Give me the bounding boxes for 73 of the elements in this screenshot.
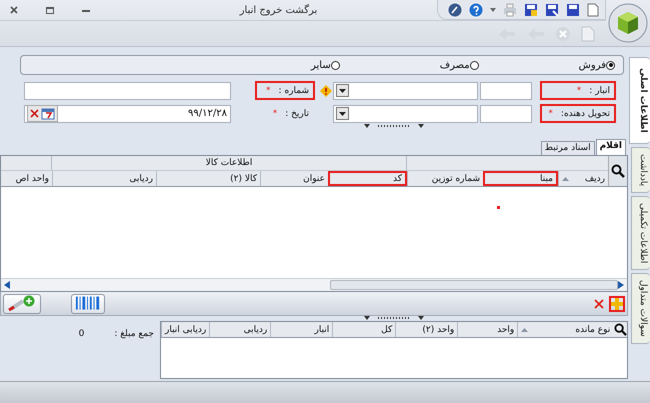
horizontal-scrollbar[interactable] [1,278,627,291]
app-logo[interactable] [606,1,650,45]
total-amount-label: جمع مبلغ : [114,329,154,339]
date-field[interactable]: ۹۹/۱۲/۲۸ [24,104,231,122]
column-header[interactable]: ردیابی [209,322,270,337]
combo-box[interactable] [333,104,478,122]
tab[interactable]: اسناد مرتبط [540,141,595,155]
barcode-button[interactable] [71,294,105,314]
new-document-icon[interactable] [587,2,599,16]
column-header[interactable]: واحد [457,322,518,337]
radio-button[interactable] [470,60,479,70]
window-title: برگشت خروج انبار [238,4,318,16]
field-label: تاریخ : [285,108,309,118]
save-icon[interactable] [566,2,580,16]
column-header[interactable]: مبنا [483,171,558,186]
save-icon[interactable] [524,2,538,16]
column-header[interactable]: نوع مانده [517,322,614,337]
radio-label: فروش [578,60,606,70]
column-header[interactable]: شماره توزین [407,171,483,186]
delete-icon[interactable] [594,298,604,308]
barcode-icon [75,296,101,312]
column-header[interactable]: کل [332,322,396,337]
combo-box[interactable] [333,82,478,100]
search-icon[interactable] [614,323,627,336]
save-icon[interactable] [545,2,559,16]
add-search-button[interactable] [3,294,41,314]
caret-icon[interactable] [490,8,496,12]
scroll-left-icon[interactable] [4,281,10,289]
side-tab[interactable]: اطلاعات تکمیلی [631,196,650,270]
field-label: شماره : [278,86,309,96]
add-button[interactable] [609,296,625,312]
column-header[interactable]: ردیف [558,171,608,186]
required-mark: * [576,86,582,96]
column-header[interactable]: ردیابی انبار [161,322,210,337]
column-header[interactable]: عنوان [260,171,328,186]
side-tab[interactable]: اطلاعات اصلی [629,57,650,144]
required-mark: * [266,86,271,96]
help-icon[interactable] [469,2,483,16]
search-icon[interactable] [611,164,625,178]
field-label: تحویل دهنده: [560,108,610,118]
column-header[interactable]: واحد (۲) [395,322,458,337]
radio-label: سایر [311,60,331,70]
column-header[interactable]: کالا (۲) [156,171,260,186]
column-group-header: اطلاعات کالا [51,156,406,170]
close-icon[interactable] [10,6,18,14]
column-header[interactable]: ردیابی [52,171,156,186]
required-mark: * [272,108,278,118]
clear-icon[interactable] [30,109,39,118]
splitter-grip-icon[interactable] [364,316,424,321]
side-tab[interactable]: یادداشت [631,146,650,193]
input-field[interactable] [24,82,231,100]
radio-button[interactable] [606,60,615,70]
tab[interactable]: اقلام [596,139,626,155]
total-amount-value: 0 [78,329,84,339]
side-tab[interactable]: سوالات متداول [631,273,650,344]
column-header[interactable]: کد [328,171,407,186]
warning-icon [320,84,332,96]
plus-icon [611,298,623,310]
sort-arrow-icon [562,176,569,180]
radio-button[interactable] [330,60,340,70]
column-header[interactable]: واحد اص [1,171,52,186]
required-mark: * [548,108,553,118]
input-field[interactable] [480,82,532,100]
input-field[interactable] [480,104,532,122]
field-label: انبار : [589,86,610,96]
radio-label: مصرف [440,60,470,70]
minimize-icon[interactable] [82,8,90,12]
column-header[interactable]: انبار [270,322,332,337]
add-icon [7,294,37,312]
splitter-grip-icon[interactable] [364,124,424,129]
calendar-icon[interactable] [41,107,55,120]
sort-arrow-icon [521,328,528,332]
maximize-icon[interactable] [46,6,54,14]
